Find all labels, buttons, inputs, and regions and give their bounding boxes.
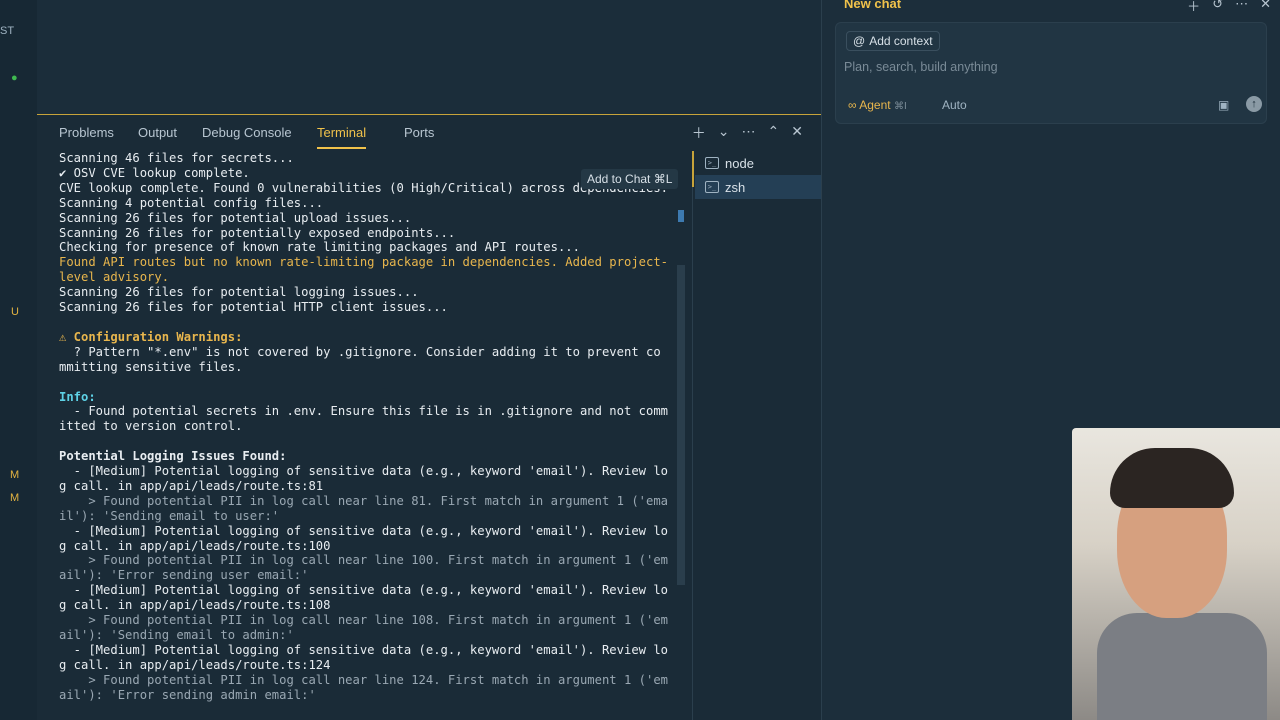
tab-problems[interactable]: Problems	[59, 125, 114, 140]
panel-tabs: Problems Output Debug Console Terminal P…	[37, 115, 821, 151]
terminal-item-label: zsh	[725, 179, 746, 195]
add-terminal-icon[interactable]: ＋	[692, 123, 706, 143]
tab-terminal[interactable]: Terminal	[317, 125, 367, 149]
terminal-line: ail'): 'Sending email to admin:'	[59, 628, 294, 642]
terminal-line: il'): 'Sending email to user:'	[59, 508, 280, 523]
terminal-icon: >_	[705, 181, 719, 193]
terminal-list-divider[interactable]	[692, 151, 693, 720]
terminal-item-zsh[interactable]: >_ zsh	[695, 175, 821, 199]
terminal-line: Scanning 46 files for secrets...	[59, 151, 294, 165]
chat-title: New chat	[844, 0, 902, 11]
new-chat-icon[interactable]: ＋	[1187, 0, 1200, 15]
bottom-panel: Problems Output Debug Console Terminal P…	[37, 115, 821, 720]
terminal-line: ? Pattern "*.env" is not covered by .git…	[59, 344, 661, 359]
terminal-line: > Found potential PII in log call near l…	[59, 553, 669, 568]
model-selector[interactable]: Auto	[942, 98, 967, 112]
git-modified-marker: M	[10, 469, 20, 481]
agent-label: Agent	[859, 98, 891, 112]
send-button[interactable]: ↑	[1246, 96, 1262, 112]
sidebar-fragment: ST	[0, 25, 15, 37]
history-icon[interactable]: ↺	[1212, 0, 1223, 15]
panel-actions: ＋ ⌄ ⋯ ⌃ ✕	[692, 123, 803, 143]
tab-output[interactable]: Output	[138, 125, 177, 140]
terminal-item-node[interactable]: >_ node	[695, 151, 821, 175]
terminal-line: Checking for presence of known rate limi…	[59, 240, 580, 255]
terminal-line: Scanning 26 files for potential upload i…	[59, 210, 412, 225]
chat-actions: ＋ ↺ ⋯ ✕	[1187, 0, 1271, 15]
agent-mode-selector[interactable]: ∞ Agent ⌘I	[848, 98, 907, 112]
webcam-person-shirt	[1097, 613, 1267, 720]
status-dot-icon: ●	[11, 72, 18, 84]
editor-area	[37, 0, 821, 115]
webcam-person-hair	[1110, 448, 1234, 508]
terminal-line: - Found potential secrets in .env. Ensur…	[59, 404, 669, 419]
tab-ports[interactable]: Ports	[404, 125, 434, 140]
terminal-line: Scanning 4 potential config files...	[59, 195, 324, 210]
image-icon[interactable]: ▣	[1218, 98, 1229, 112]
infinity-icon: ∞	[848, 98, 857, 112]
terminal-line: - [Medium] Potential logging of sensitiv…	[59, 583, 669, 598]
terminal-line: g call. in app/api/leads/route.ts:108	[59, 598, 331, 613]
terminal-line: > Found potential PII in log call near l…	[59, 672, 669, 687]
agent-shortcut: ⌘I	[893, 101, 907, 112]
terminal-scrollbar[interactable]	[677, 265, 685, 585]
tab-debug-console[interactable]: Debug Console	[202, 125, 292, 140]
terminal-line: ⚠ Configuration Warnings:	[59, 329, 243, 344]
maximize-panel-icon[interactable]: ⌃	[768, 123, 780, 143]
terminal-line: level advisory.	[59, 270, 170, 285]
terminal-line: g call. in app/api/leads/route.ts:81	[59, 478, 324, 493]
terminal-line: - [Medium] Potential logging of sensitiv…	[59, 523, 669, 538]
terminal-list-divider-accent	[692, 151, 694, 187]
terminal-line: mmitting sensitive files.	[59, 359, 243, 374]
more-icon[interactable]: ⋯	[742, 123, 756, 143]
add-to-chat-tooltip[interactable]: Add to Chat ⌘L	[581, 169, 679, 189]
chevron-down-icon[interactable]: ⌄	[718, 123, 730, 143]
terminal-line: > Found potential PII in log call near l…	[59, 493, 669, 508]
chat-input-box[interactable]: @ Add context Plan, search, build anythi…	[835, 22, 1267, 124]
terminal-output[interactable]: Scanning 46 files for secrets... ✔ OSV CV…	[59, 151, 679, 720]
terminal-line: Scanning 26 files for potential HTTP cli…	[59, 300, 448, 315]
git-modified-marker: M	[10, 492, 20, 504]
terminal-line: g call. in app/api/leads/route.ts:100	[59, 538, 331, 553]
terminal-line: - [Medium] Potential logging of sensitiv…	[59, 642, 669, 657]
terminal-line: ail'): 'Error sending user email:'	[59, 568, 309, 583]
chat-input-placeholder[interactable]: Plan, search, build anything	[844, 60, 998, 74]
terminal-line: itted to version control.	[59, 419, 243, 434]
webcam-overlay	[1072, 428, 1280, 720]
terminal-line: ail'): 'Error sending admin email:'	[59, 687, 316, 702]
close-icon[interactable]: ✕	[1260, 0, 1271, 15]
terminal-line: - [Medium] Potential logging of sensitiv…	[59, 464, 669, 479]
add-context-button[interactable]: @ Add context	[846, 31, 940, 51]
terminal-line: Scanning 26 files for potential logging …	[59, 285, 419, 300]
terminal-line: Found API routes but no known rate-limit…	[59, 255, 669, 270]
more-icon[interactable]: ⋯	[1235, 0, 1248, 15]
terminal-item-label: node	[725, 155, 754, 171]
terminal-list: >_ node >_ zsh	[695, 151, 821, 199]
close-icon[interactable]: ✕	[791, 123, 803, 143]
git-untracked-marker: U	[11, 306, 19, 318]
scrollbar-marker	[678, 210, 684, 222]
terminal-line: Potential Logging Issues Found:	[59, 449, 287, 464]
terminal-line: > Found potential PII in log call near l…	[59, 613, 669, 628]
activity-sidebar: ST ● U M M	[0, 0, 37, 720]
add-context-label: Add context	[869, 34, 933, 48]
terminal-line: Scanning 26 files for potentially expose…	[59, 225, 456, 240]
terminal-icon: >_	[705, 157, 719, 169]
at-icon: @	[853, 34, 866, 48]
terminal-line: g call. in app/api/leads/route.ts:124	[59, 657, 331, 672]
terminal-line: Info:	[59, 389, 96, 404]
